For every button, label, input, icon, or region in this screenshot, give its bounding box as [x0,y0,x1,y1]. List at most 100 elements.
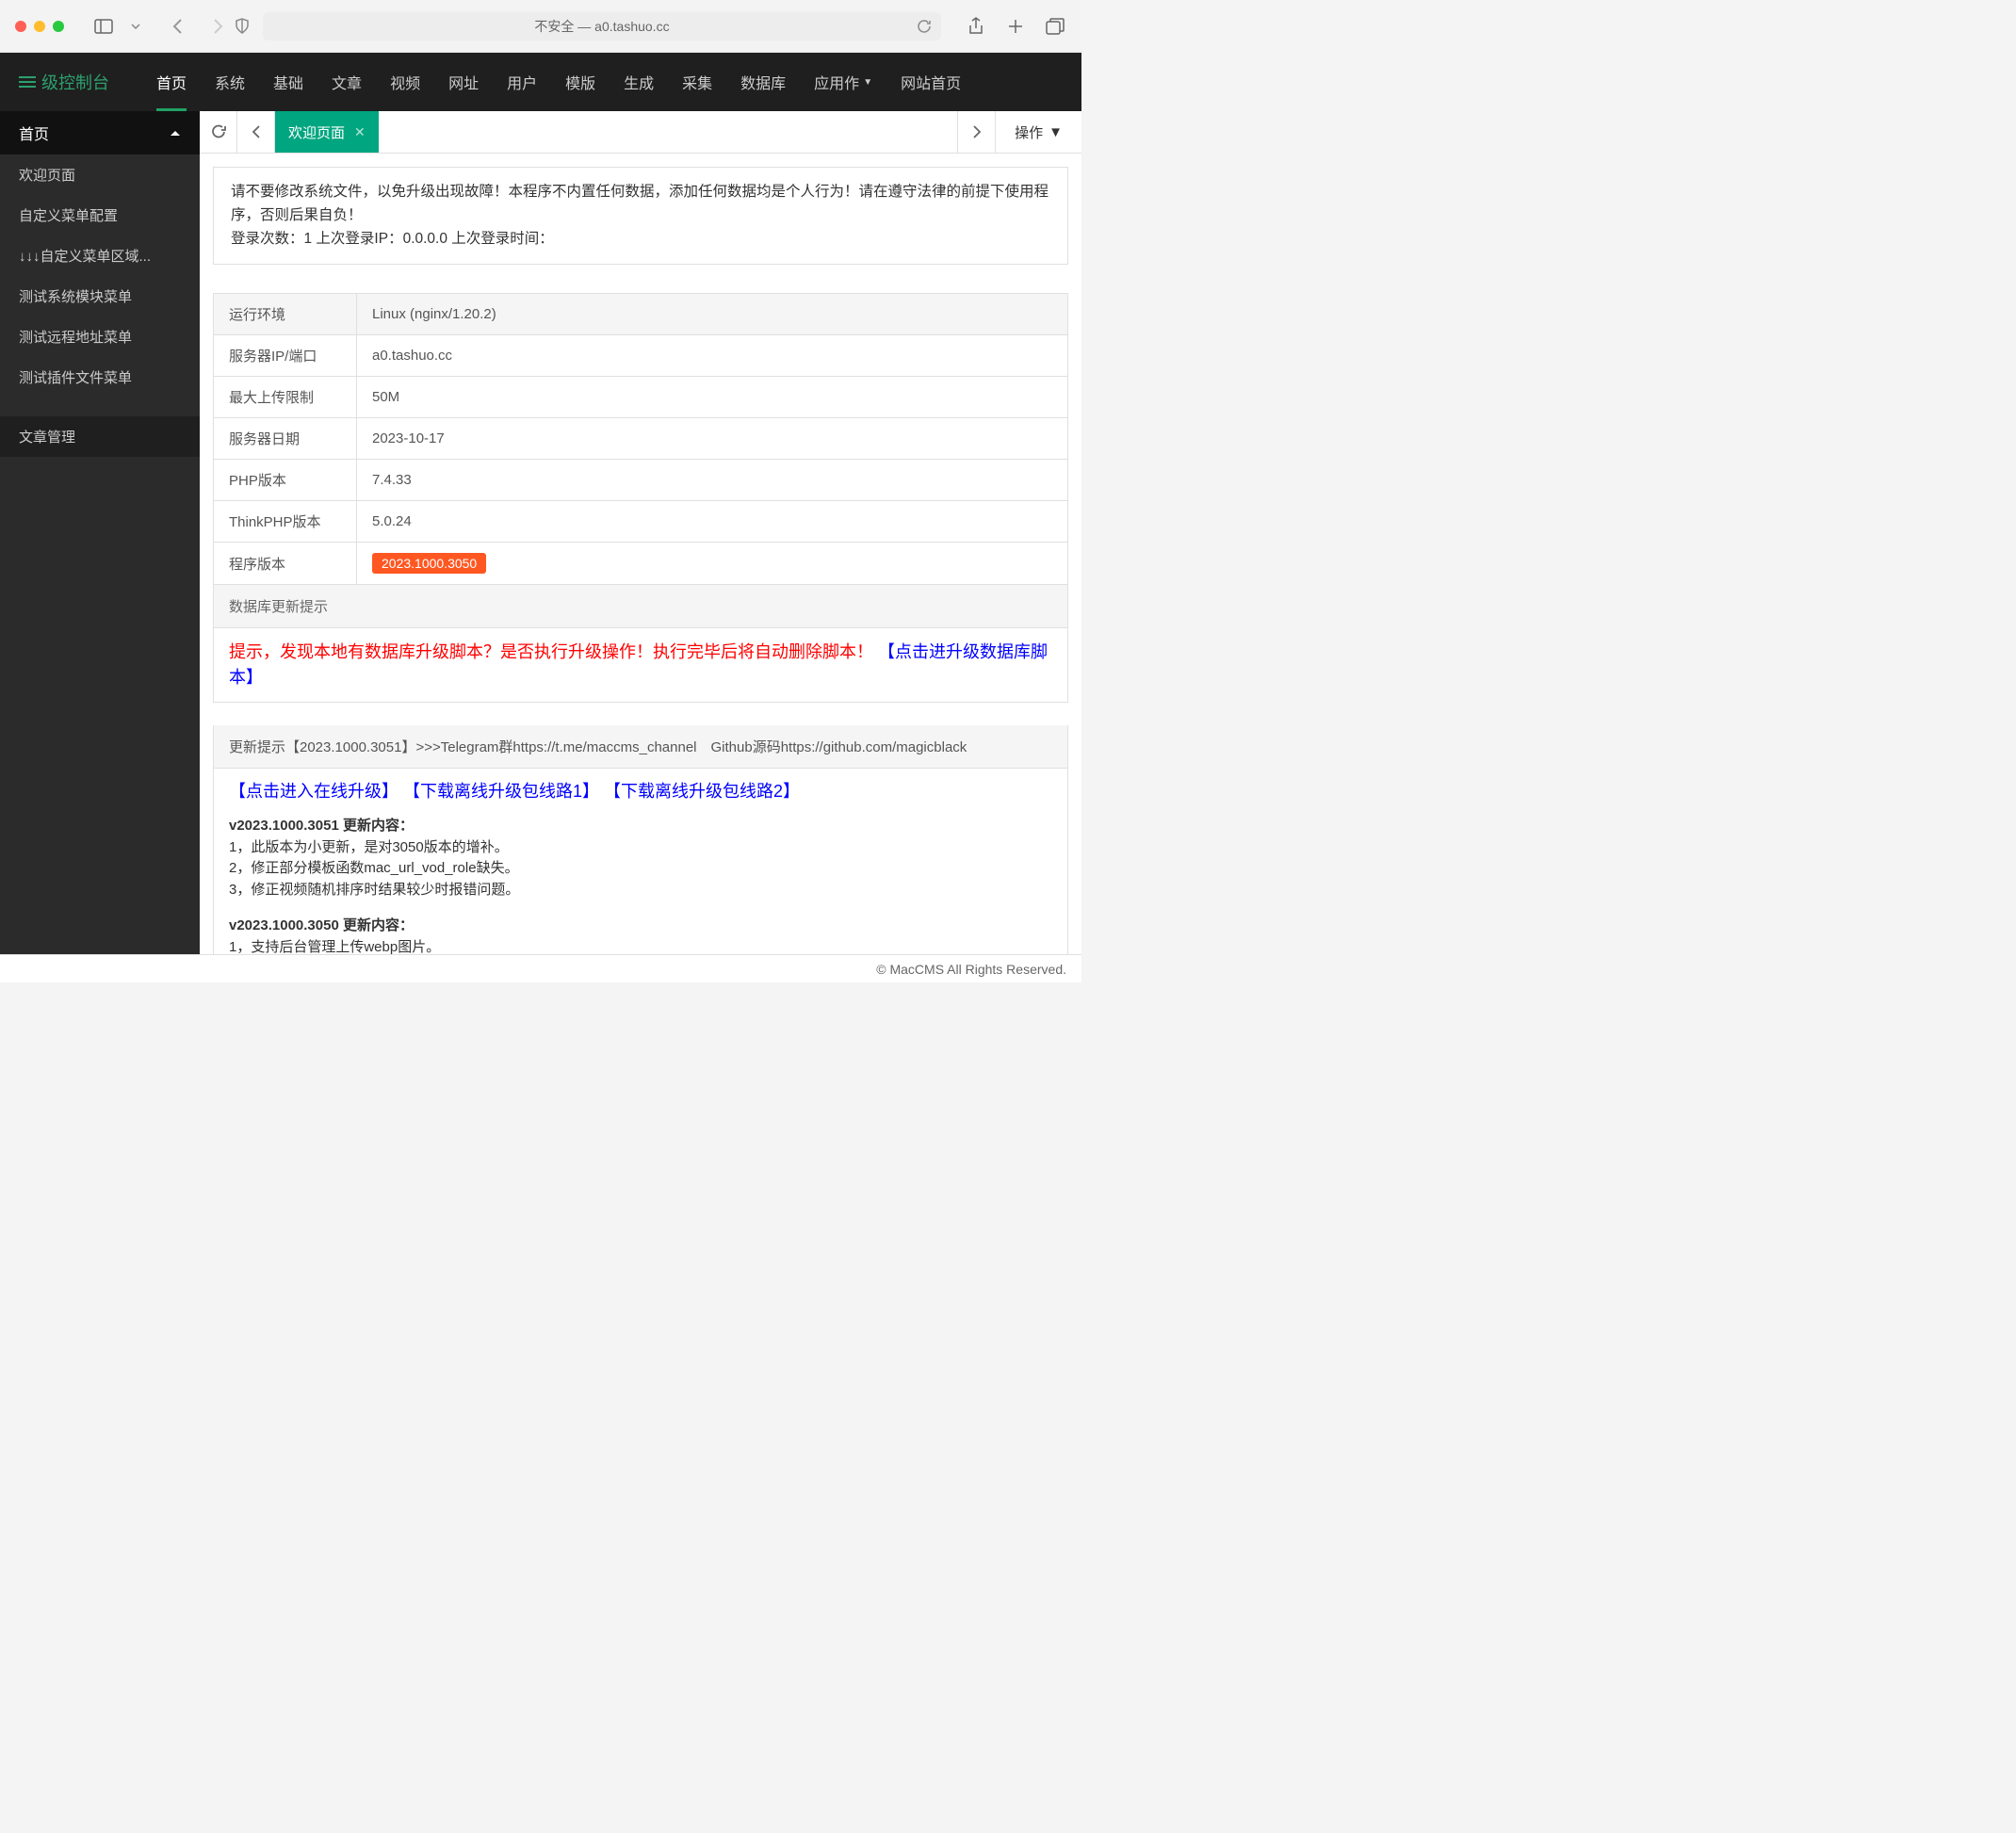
changelog: v2023.1000.3051 更新内容：1，此版本为小更新，是对3050版本的… [213,812,1068,954]
top-nav-item[interactable]: 首页 [156,53,187,111]
menu-icon [19,75,36,89]
url-bar[interactable]: 不安全 — a0.tashuo.cc [263,12,941,41]
action-dropdown[interactable]: 操作 ▼ [995,111,1081,153]
info-label: PHP版本 [214,460,357,501]
update-link[interactable]: 【点击进入在线升级】 [229,782,398,801]
url-text: 不安全 — a0.tashuo.cc [534,17,669,36]
notice-box: 请不要修改系统文件，以免升级出现故障！本程序不内置任何数据，添加任何数据均是个人… [213,167,1068,265]
top-nav-item[interactable]: 系统 [215,53,245,111]
sidebar-item-label: 文章管理 [19,427,75,446]
tabs-overview-icon[interactable] [1044,15,1066,38]
forward-icon[interactable] [207,15,230,38]
update-notice-title: 更新提示【2023.1000.3051】>>>Telegram群https://… [213,725,1068,769]
db-notice-warning: 提示，发现本地有数据库升级脚本？是否执行升级操作！执行完毕后将自动删除脚本！ [229,642,873,661]
sidebar-toggle-icon[interactable] [92,15,115,38]
table-row: 服务器IP/端口a0.tashuo.cc [214,335,1068,377]
content-area: 欢迎页面 ✕ 操作 ▼ 请不要修改系统文件，以免升级出现故障！本程序不内置任何数… [200,111,1081,954]
changelog-item: 2，修正部分模板函数mac_url_vod_role缺失。 [229,858,1052,880]
notice-line2: 登录次数：1 上次登录IP：0.0.0.0 上次登录时间： [231,228,1050,251]
info-value: 5.0.24 [357,501,1068,543]
tab-bar: 欢迎页面 ✕ 操作 ▼ [200,111,1081,154]
sidebar-item[interactable]: 测试系统模块菜单 [0,276,200,316]
content-scroll[interactable]: 请不要修改系统文件，以免升级出现故障！本程序不内置任何数据，添加任何数据均是个人… [200,154,1081,954]
top-nav-item[interactable]: 文章 [332,53,362,111]
update-link[interactable]: 【下载离线升级包线路2】 [612,782,800,801]
footer: © MacCMS All Rights Reserved. [0,954,1081,982]
minimize-window-icon[interactable] [34,21,45,32]
action-label: 操作 [1015,122,1043,142]
info-value: 7.4.33 [357,460,1068,501]
top-nav: 级控制台 首页系统基础文章视频网址用户模版生成采集数据库应用作▼ 网站首页 [0,53,1081,111]
info-table: 运行环境Linux (nginx/1.20.2)服务器IP/端口a0.tashu… [213,293,1068,585]
sidebar-item[interactable]: 测试远程地址菜单 [0,316,200,357]
share-icon[interactable] [965,15,987,38]
sidebar-header-label: 首页 [19,122,49,144]
browser-toolbar: 不安全 — a0.tashuo.cc [0,0,1081,53]
version-badge: 2023.1000.3050 [372,553,486,574]
sidebar-header[interactable]: 首页 [0,111,200,154]
update-link[interactable]: 【下载离线升级包线路1】 [412,782,599,801]
top-nav-item[interactable]: 视频 [390,53,420,111]
new-tab-icon[interactable] [1004,15,1027,38]
top-nav-item[interactable]: 采集 [682,53,712,111]
info-label: 最大上传限制 [214,377,357,418]
info-value: 2023-10-17 [357,418,1068,460]
info-label: 服务器IP/端口 [214,335,357,377]
table-row: 运行环境Linux (nginx/1.20.2) [214,294,1068,335]
info-label: 服务器日期 [214,418,357,460]
top-nav-item[interactable]: 网站首页 [901,53,961,111]
chevron-down-icon[interactable] [124,15,147,38]
changelog-item: 1，此版本为小更新，是对3050版本的增补。 [229,837,1052,859]
close-icon[interactable]: ✕ [354,124,366,140]
info-value: 50M [357,377,1068,418]
top-nav-item[interactable]: 模版 [565,53,595,111]
logo-text: 级控制台 [41,70,109,94]
table-row: 服务器日期2023-10-17 [214,418,1068,460]
close-window-icon[interactable] [15,21,26,32]
maximize-window-icon[interactable] [53,21,64,32]
collapse-icon [170,129,181,137]
sidebar-item[interactable]: 测试插件文件菜单 [0,357,200,397]
logo[interactable]: 级控制台 [19,70,109,94]
changelog-title: v2023.1000.3050 更新内容： [229,916,1052,937]
refresh-tab-button[interactable] [200,111,237,153]
db-notice-body: 提示，发现本地有数据库升级脚本？是否执行升级操作！执行完毕后将自动删除脚本！ 【… [213,628,1068,703]
next-tab-button[interactable] [957,111,995,153]
info-value: a0.tashuo.cc [357,335,1068,377]
tab-label: 欢迎页面 [288,122,345,142]
sidebar-item[interactable]: ↓↓↓自定义菜单区域... [0,235,200,276]
table-row: PHP版本7.4.33 [214,460,1068,501]
tab-welcome[interactable]: 欢迎页面 ✕ [275,111,379,153]
prev-tab-button[interactable] [237,111,275,153]
top-nav-item[interactable]: 数据库 [740,53,786,111]
top-nav-item[interactable]: 生成 [624,53,654,111]
changelog-item: 1，支持后台管理上传webp图片。 [229,937,1052,954]
changelog-title: v2023.1000.3051 更新内容： [229,816,1052,837]
table-row: ThinkPHP版本5.0.24 [214,501,1068,543]
footer-text: © MacCMS All Rights Reserved. [876,962,1066,977]
top-nav-item[interactable]: 应用作▼ [814,53,872,111]
sidebar-item[interactable]: 自定义菜单配置 [0,195,200,235]
top-nav-item[interactable]: 用户 [507,53,537,111]
db-notice-title: 数据库更新提示 [213,585,1068,628]
top-nav-item[interactable]: 网址 [448,53,479,111]
shield-icon [235,18,250,35]
notice-line1: 请不要修改系统文件，以免升级出现故障！本程序不内置任何数据，添加任何数据均是个人… [231,181,1050,228]
back-icon[interactable] [166,15,188,38]
info-label: 程序版本 [214,543,357,585]
info-label: 运行环境 [214,294,357,335]
sidebar-item[interactable]: 欢迎页面 [0,154,200,195]
refresh-icon[interactable] [917,19,932,34]
window-controls [15,21,64,32]
update-links: 【点击进入在线升级】【下载离线升级包线路1】【下载离线升级包线路2】 [213,769,1068,812]
sidebar: 首页 欢迎页面自定义菜单配置↓↓↓自定义菜单区域...测试系统模块菜单测试远程地… [0,111,200,954]
info-label: ThinkPHP版本 [214,501,357,543]
table-row: 程序版本 2023.1000.3050 [214,543,1068,585]
top-nav-item[interactable]: 基础 [273,53,303,111]
changelog-item: 3，修正视频随机排序时结果较少时报错问题。 [229,880,1052,901]
sidebar-item-article[interactable]: 文章管理 [0,416,200,457]
dropdown-icon: ▼ [863,77,872,88]
info-value: 2023.1000.3050 [357,543,1068,585]
table-row: 最大上传限制50M [214,377,1068,418]
info-value: Linux (nginx/1.20.2) [357,294,1068,335]
